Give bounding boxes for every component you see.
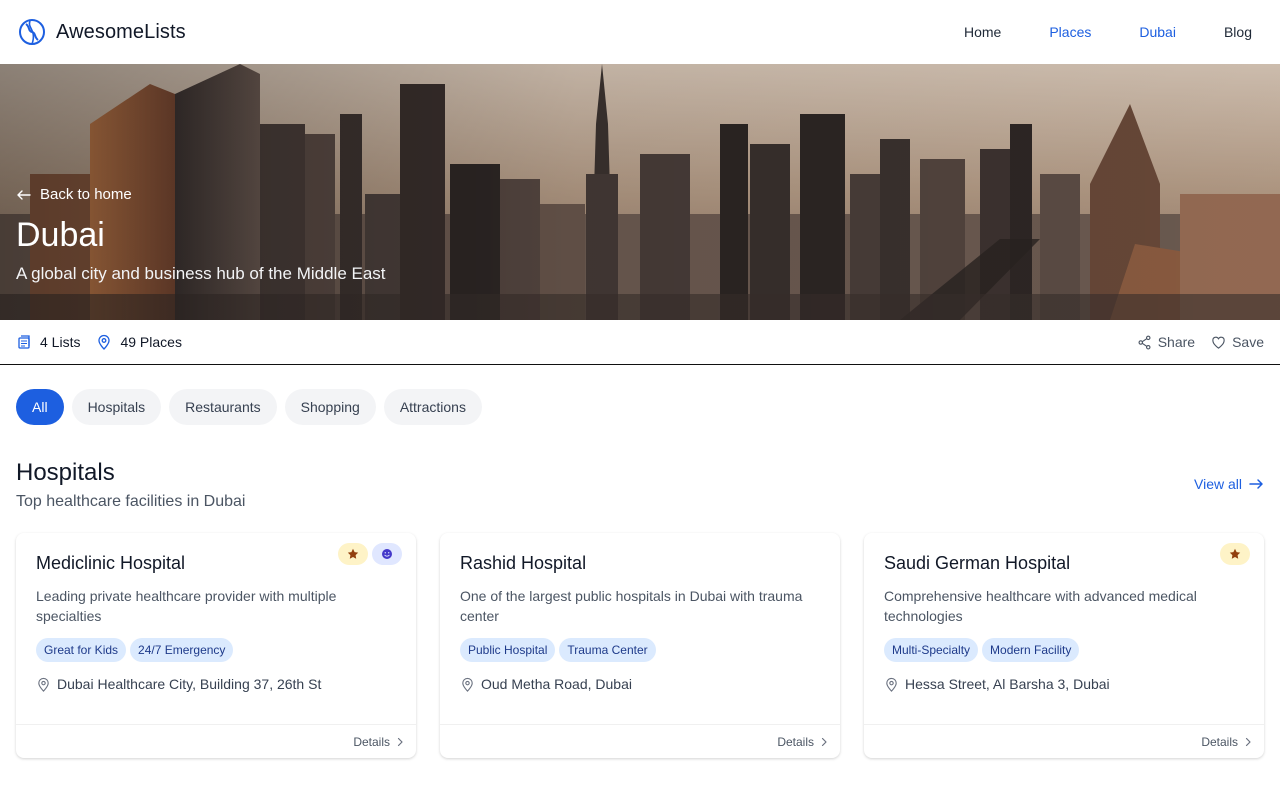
filter-hospitals[interactable]: Hospitals (71, 389, 162, 425)
section-title: Hospitals (16, 459, 115, 486)
back-to-home-link[interactable]: Back to home (16, 186, 386, 203)
chevron-right-icon (397, 737, 403, 746)
view-all-label: View all (1194, 476, 1242, 492)
save-button[interactable]: Save (1211, 334, 1264, 350)
details-label: Details (1201, 734, 1238, 749)
map-pin-icon (462, 677, 473, 692)
chevron-right-icon (1245, 737, 1251, 746)
lists-icon (18, 335, 30, 349)
page-title: Dubai (16, 216, 105, 254)
card-address: Dubai Healthcare City, Building 37, 26th… (36, 676, 396, 692)
top-navigation-bar: AwesomeLists Home Places Dubai Blog (0, 0, 1280, 64)
place-card[interactable]: Mediclinic Hospital Leading private heal… (16, 533, 416, 758)
tag: Public Hospital (460, 638, 556, 662)
share-icon (1138, 335, 1151, 349)
share-button[interactable]: Share (1137, 334, 1195, 350)
star-icon (1229, 548, 1241, 559)
card-description: One of the largest public hospitals in D… (460, 588, 803, 624)
chevron-right-icon (821, 737, 827, 746)
card-title: Saudi German Hospital (884, 553, 1071, 573)
share-label: Share (1157, 334, 1196, 350)
heart-icon (1212, 336, 1225, 349)
nav-home[interactable]: Home (964, 24, 1001, 40)
brand-logo[interactable]: AwesomeLists (18, 18, 186, 46)
save-label: Save (1232, 334, 1264, 350)
place-card[interactable]: Rashid Hospital One of the largest publi… (440, 533, 840, 758)
lists-count: 4 Lists (16, 334, 80, 350)
card-footer: Details (440, 725, 840, 758)
filter-shopping[interactable]: Shopping (284, 389, 376, 425)
card-tags: Public Hospital Trauma Center (460, 638, 820, 662)
nav-blog[interactable]: Blog (1224, 24, 1252, 40)
hospital-cards: Mediclinic Hospital Leading private heal… (16, 533, 1264, 758)
lists-count-label: 4 Lists (40, 334, 81, 350)
details-link[interactable]: Details (777, 735, 830, 749)
place-card[interactable]: Saudi German Hospital Comprehensive heal… (864, 533, 1264, 758)
view-all-link[interactable]: View all (1194, 476, 1264, 492)
hero-content: Back to home Dubai A global city and bus… (16, 186, 386, 284)
page-actions: Share Save (1137, 320, 1264, 364)
back-to-home-label: Back to home (40, 186, 132, 203)
filter-attractions[interactable]: Attractions (383, 389, 482, 425)
card-address: Hessa Street, Al Barsha 3, Dubai (884, 676, 1244, 692)
hero-banner: Back to home Dubai A global city and bus… (0, 64, 1280, 320)
card-address: Oud Metha Road, Dubai (460, 676, 820, 692)
tag: Great for Kids (36, 638, 127, 662)
kid-friendly-badge (372, 543, 402, 565)
card-footer: Details (16, 725, 416, 758)
filter-restaurants[interactable]: Restaurants (169, 389, 277, 425)
card-title: Rashid Hospital (460, 553, 587, 573)
map-pin-icon (38, 677, 49, 692)
tag: Trauma Center (559, 638, 656, 662)
tag: Modern Facility (982, 638, 1080, 662)
star-icon (347, 548, 359, 559)
places-count-label: 49 Places (120, 334, 182, 350)
brand-name: AwesomeLists (56, 20, 186, 43)
page-subtitle: A global city and business hub of the Mi… (16, 264, 386, 284)
stats-bar: 4 Lists 49 Places Share Save (0, 320, 1280, 365)
details-link[interactable]: Details (1201, 735, 1254, 749)
arrow-right-icon (1249, 479, 1263, 489)
details-label: Details (777, 734, 814, 749)
globe-logo-icon (19, 19, 45, 45)
card-address-label: Dubai Healthcare City, Building 37, 26th… (57, 676, 322, 692)
card-description: Comprehensive healthcare with advanced m… (884, 588, 1197, 624)
card-address-label: Hessa Street, Al Barsha 3, Dubai (905, 676, 1110, 692)
hospitals-section-header: Hospitals Top healthcare facilities in D… (16, 459, 1264, 511)
map-pin-icon (98, 334, 111, 350)
details-link[interactable]: Details (353, 735, 406, 749)
card-body: Rashid Hospital One of the largest publi… (440, 533, 840, 725)
details-label: Details (353, 734, 390, 749)
card-address-label: Oud Metha Road, Dubai (481, 676, 632, 692)
section-subtitle: Top healthcare facilities in Dubai (16, 493, 246, 510)
category-filters: All Hospitals Restaurants Shopping Attra… (16, 389, 482, 425)
card-footer: Details (864, 725, 1264, 758)
card-body: Saudi German Hospital Comprehensive heal… (864, 533, 1264, 725)
card-tags: Great for Kids 24/7 Emergency (36, 638, 396, 662)
map-pin-icon (886, 677, 897, 692)
featured-badge (1220, 543, 1250, 565)
card-badges (1220, 543, 1250, 565)
card-description: Leading private healthcare provider with… (36, 588, 337, 624)
nav-places[interactable]: Places (1049, 24, 1091, 40)
nav-dubai[interactable]: Dubai (1139, 24, 1176, 40)
card-tags: Multi-Specialty Modern Facility (884, 638, 1244, 662)
tag: Multi-Specialty (884, 638, 979, 662)
main-nav: Home Places Dubai Blog (964, 0, 1252, 64)
tag: 24/7 Emergency (130, 638, 234, 662)
card-badges (338, 543, 402, 565)
filter-all[interactable]: All (16, 389, 64, 425)
featured-badge (338, 543, 368, 565)
arrow-left-icon (17, 189, 31, 200)
places-count: 49 Places (96, 334, 182, 350)
smile-icon (382, 549, 392, 559)
